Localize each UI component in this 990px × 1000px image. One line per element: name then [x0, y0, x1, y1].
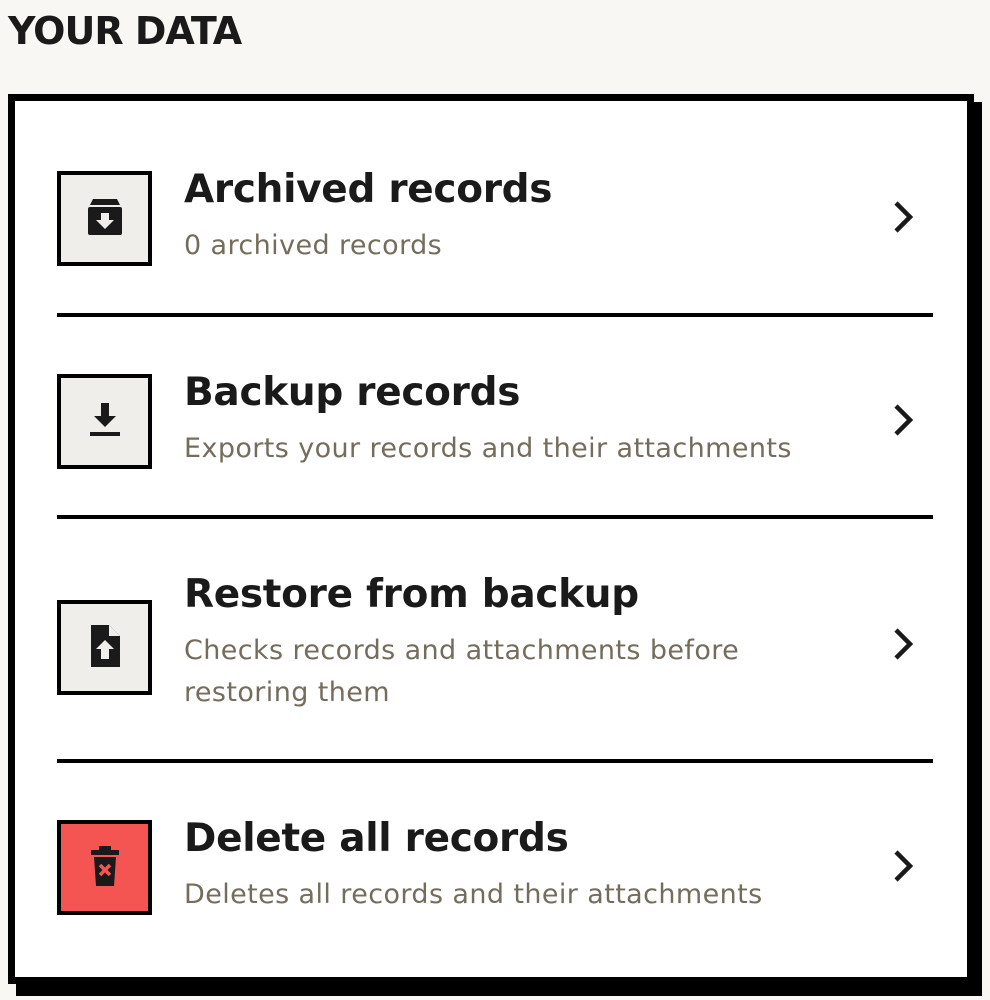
row-title: Backup records [184, 370, 521, 415]
row-subtitle: Checks records and attachments before re… [184, 635, 740, 708]
backup-records-icon-box [57, 374, 152, 469]
section-title: YOUR DATA [8, 9, 242, 53]
row-subtitle: Deletes all records and their attachment… [184, 879, 763, 910]
row-title: Delete all records [184, 816, 569, 861]
download-icon [84, 399, 126, 445]
chevron-right-icon [887, 400, 919, 440]
delete-all-records-row[interactable]: Delete all records Deletes all records a… [57, 816, 933, 920]
archived-records-row[interactable]: Archived records 0 archived records [57, 167, 933, 271]
archive-box-icon [84, 196, 126, 242]
restore-backup-icon-box [57, 600, 152, 695]
chevron-right-icon [887, 624, 919, 664]
row-divider [57, 515, 933, 519]
row-subtitle: 0 archived records [184, 230, 443, 261]
row-title: Restore from backup [184, 572, 639, 617]
row-title: Archived records [184, 167, 553, 212]
file-upload-icon [84, 623, 126, 673]
chevron-right-icon [887, 846, 919, 886]
delete-all-records-icon-box [57, 820, 152, 915]
archived-records-icon-box [57, 171, 152, 266]
row-subtitle: Exports your records and their attachmen… [184, 433, 792, 464]
row-divider [57, 313, 933, 317]
chevron-right-icon [887, 197, 919, 237]
data-settings-card: Archived records 0 archived records Back… [8, 94, 974, 984]
restore-backup-row[interactable]: Restore from backup Checks records and a… [57, 572, 933, 718]
trash-icon [85, 844, 125, 892]
row-divider [57, 759, 933, 763]
backup-records-row[interactable]: Backup records Exports your records and … [57, 370, 933, 474]
